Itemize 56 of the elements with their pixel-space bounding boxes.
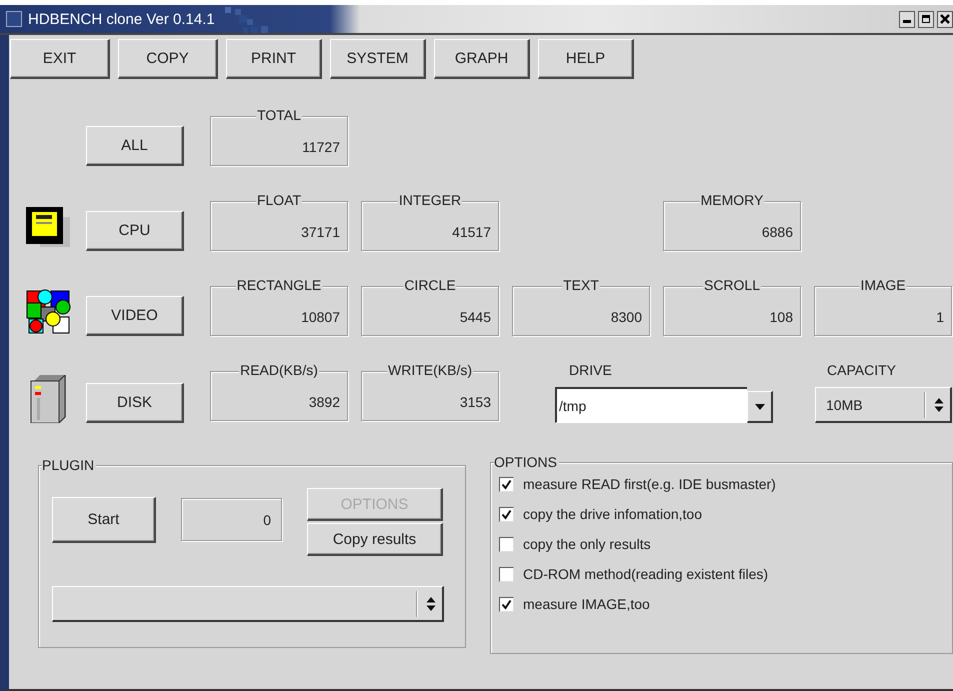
option-label: copy the drive infomation,too [523, 506, 702, 522]
result-value: 11727 [302, 139, 340, 155]
dropdown-button[interactable] [747, 391, 773, 423]
checkbox[interactable] [499, 476, 514, 492]
option-label: CD-ROM method(reading existent files) [523, 566, 768, 582]
benchmark-button[interactable]: DISK [86, 383, 184, 423]
checkbox[interactable] [499, 596, 514, 612]
benchmark-button[interactable]: CPU [86, 211, 184, 251]
checkbox[interactable] [499, 506, 514, 522]
cpu-chip-icon [26, 205, 70, 249]
toolbar-button[interactable]: EXIT [10, 39, 110, 79]
option-label: copy the only results [523, 536, 651, 552]
result-value: 37171 [301, 224, 340, 240]
toolbar-button[interactable]: COPY [118, 39, 218, 79]
window-menu-icon [6, 11, 22, 27]
colorful-shapes-icon [24, 289, 70, 335]
checkbox[interactable] [499, 566, 514, 582]
result-value: 1 [936, 309, 944, 325]
count-display: 0 [181, 498, 282, 541]
toolbar-button[interactable]: PRINT [226, 39, 322, 79]
checkbox[interactable] [499, 536, 514, 552]
start-button[interactable]: Start [52, 497, 156, 543]
capacity-label: CAPACITY [827, 362, 897, 378]
caret-down-icon [754, 404, 764, 410]
option-label: measure IMAGE,too [523, 596, 650, 612]
result-value: 41517 [452, 224, 491, 240]
result-value: 3892 [308, 394, 340, 410]
up-down-arrows-icon [426, 596, 436, 612]
plugin-select[interactable] [52, 586, 444, 622]
toolbar-button[interactable]: GRAPH [434, 39, 530, 79]
maximize-icon [922, 15, 930, 23]
up-down-arrows-icon [934, 396, 944, 412]
close-icon [940, 14, 950, 24]
result-value: 6886 [762, 224, 793, 240]
result-value: 108 [770, 309, 793, 325]
drive-input[interactable]: /tmp [555, 387, 747, 423]
benchmark-button[interactable]: ALL [86, 126, 184, 166]
close-button[interactable] [937, 10, 953, 28]
maximize-button[interactable] [918, 10, 934, 28]
result-value: 10807 [301, 309, 340, 325]
result-value: 5445 [460, 309, 491, 325]
result-value: 8300 [610, 309, 642, 325]
toolbar-button[interactable]: SYSTEM [330, 39, 426, 79]
result-label: READ(KB/s) [239, 362, 319, 379]
benchmark-button[interactable]: VIDEO [86, 296, 184, 336]
result-label: WRITE(KB/s) [387, 362, 473, 379]
option-label: measure READ first(e.g. IDE busmaster) [523, 476, 776, 492]
toolbar-button[interactable]: HELP [538, 39, 634, 79]
drive-label: DRIVE [569, 362, 613, 378]
capacity-select[interactable]: 10MB [815, 387, 952, 423]
result-value: 3153 [460, 394, 491, 410]
minimize-button[interactable] [899, 10, 915, 28]
computer-tower-icon [30, 375, 66, 423]
pixel-pattern-icon [224, 7, 271, 33]
copy-results-button[interactable]: Copy results [307, 523, 443, 556]
window-title: HDBENCH clone Ver 0.14.1 [28, 10, 215, 28]
